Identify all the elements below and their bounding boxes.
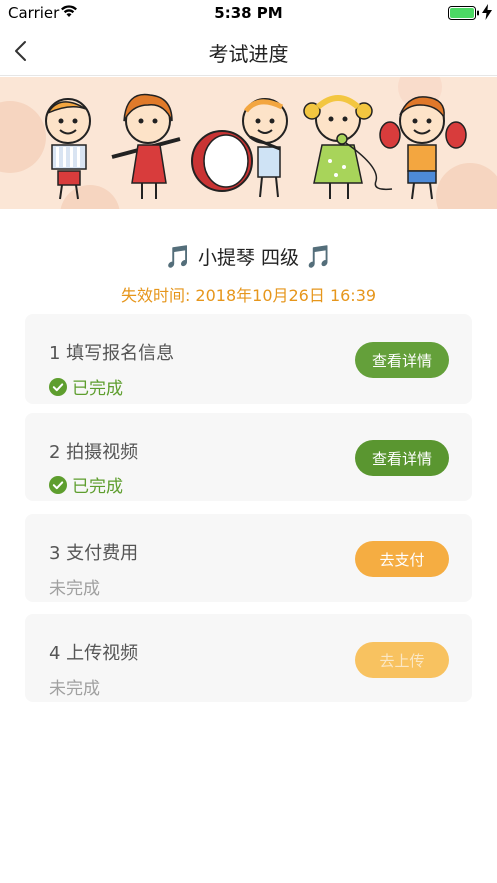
banner-illustration — [0, 77, 497, 209]
check-circle-icon — [49, 476, 67, 494]
kid-drum — [191, 98, 288, 198]
step-title: 2 拍摄视频 — [49, 442, 139, 463]
step-card-payment: 3 支付费用 未完成 去支付 — [25, 514, 472, 602]
check-circle-icon — [49, 378, 67, 396]
step-status-label: 已完成 — [72, 477, 123, 497]
step-status: 未完成 — [49, 579, 100, 599]
music-note-icon: 🎵 — [305, 245, 333, 270]
battery-icon — [448, 6, 479, 20]
pay-button[interactable]: 去支付 — [355, 541, 449, 577]
view-details-button[interactable]: 查看详情 — [355, 342, 449, 378]
step-card-fill-info: 1 填写报名信息 已完成 查看详情 — [25, 314, 472, 404]
kid-accordion — [45, 98, 91, 200]
step-status: 未完成 — [49, 679, 100, 699]
exam-title: 🎵 小提琴 四级 🎵 — [0, 243, 497, 270]
step-status: 已完成 — [49, 374, 123, 399]
step-title: 1 填写报名信息 — [49, 343, 175, 364]
status-bar: Carrier 5:38 PM — [0, 0, 497, 26]
charging-bolt-icon — [482, 4, 492, 20]
exam-name: 小提琴 四级 — [197, 247, 300, 269]
page-title: 考试进度 — [208, 42, 289, 66]
clock: 5:38 PM — [214, 4, 283, 22]
kid-microphone — [303, 95, 393, 199]
step-status: 已完成 — [49, 472, 123, 497]
step-card-record-video: 2 拍摄视频 已完成 查看详情 — [25, 413, 472, 501]
kid-flute — [111, 93, 181, 199]
upload-button[interactable]: 去上传 — [355, 642, 449, 678]
nav-bar: 考试进度 — [0, 26, 497, 76]
step-status-label: 已完成 — [72, 379, 123, 399]
step-title: 3 支付费用 — [49, 543, 139, 564]
expiry-time: 失效时间: 2018年10月26日 16:39 — [120, 286, 377, 305]
step-card-upload-video: 4 上传视频 未完成 去上传 — [25, 614, 472, 702]
music-note-icon: 🎵 — [164, 245, 192, 270]
view-details-button[interactable]: 查看详情 — [355, 440, 449, 476]
step-title: 4 上传视频 — [49, 643, 139, 664]
